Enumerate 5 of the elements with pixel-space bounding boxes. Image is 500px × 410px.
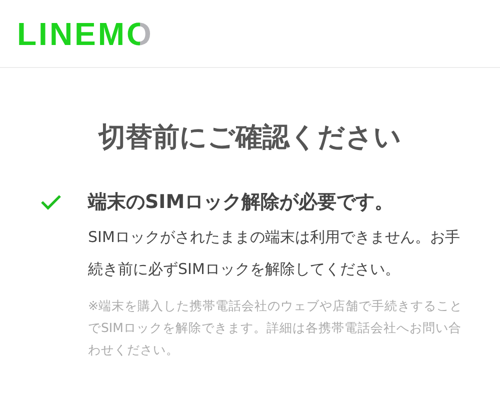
logo[interactable]: LINEMO (17, 10, 154, 58)
item-note: ※端末を購入した携帯電話会社のウェブや店舗で手続きすることでSIMロックを解除できます。詳細は各携帯電話会社へお問い合わせください。 (88, 296, 464, 358)
page-title: 切替前にご確認ください (97, 121, 402, 155)
item-heading: 端末のSIMロック解除が必要です。 (88, 190, 395, 214)
item-description: SIMロックがされたままの端末は利用できません。お手続き前に必ずSIMロックを解除してください。 (88, 226, 461, 280)
